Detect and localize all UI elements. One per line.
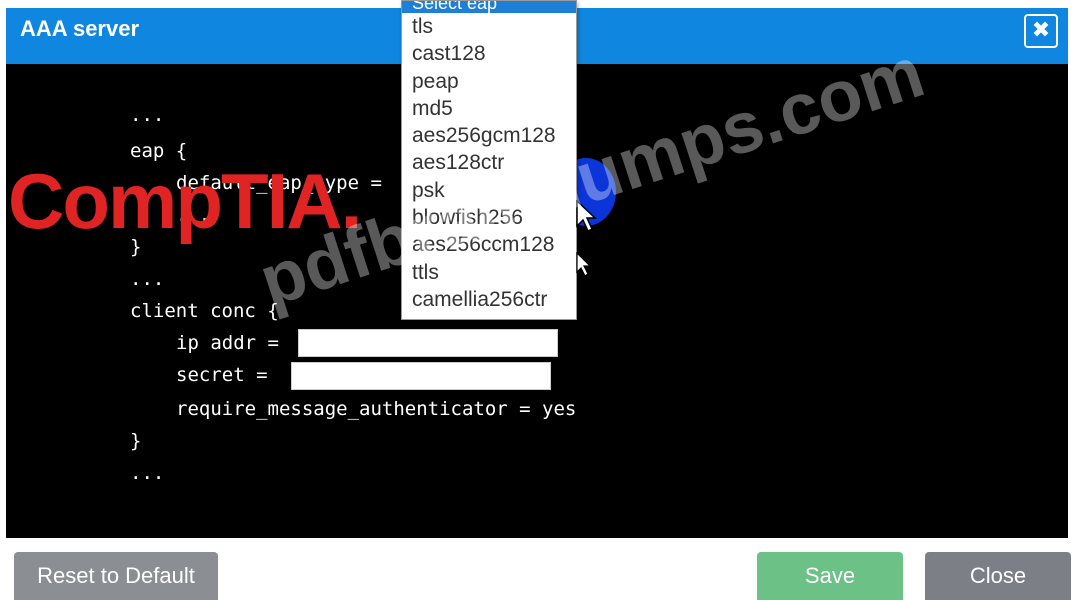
- dropdown-option[interactable]: aes256gcm128: [402, 122, 576, 149]
- close-icon[interactable]: ✖: [1024, 14, 1058, 48]
- comptia-logo: CompTIA.: [8, 157, 362, 245]
- dropdown-option[interactable]: blowfish256: [402, 204, 576, 231]
- dropdown-selected[interactable]: Select eap: [402, 1, 576, 13]
- dropdown-option[interactable]: tls: [402, 13, 576, 40]
- dropdown-option[interactable]: md5: [402, 95, 576, 122]
- code-line: ...: [130, 268, 165, 290]
- dialog-title: AAA server: [20, 16, 140, 41]
- dropdown-option[interactable]: ttls: [402, 259, 576, 286]
- dropdown-option[interactable]: aes256ccm128: [402, 231, 576, 258]
- code-line: require_message_authenticator = yes: [176, 398, 577, 420]
- code-line: client conc {: [130, 300, 279, 322]
- dropdown-option[interactable]: psk: [402, 177, 576, 204]
- ip-addr-field[interactable]: [298, 329, 558, 357]
- code-line: secret =: [176, 364, 268, 386]
- eap-type-dropdown[interactable]: Select eap tls cast128 peap md5 aes256gc…: [401, 0, 577, 320]
- secret-field[interactable]: [291, 362, 551, 390]
- code-line: ip addr =: [176, 332, 279, 354]
- dropdown-option[interactable]: peap: [402, 68, 576, 95]
- dropdown-option[interactable]: camellia256ctr: [402, 286, 576, 313]
- dropdown-option[interactable]: aes128ctr: [402, 149, 576, 176]
- dropdown-option[interactable]: cast128: [402, 40, 576, 67]
- code-line: ...: [130, 462, 165, 484]
- close-button[interactable]: Close: [925, 552, 1071, 600]
- mouse-pointer-icon: [576, 200, 597, 233]
- code-line: }: [130, 430, 142, 452]
- mouse-pointer-icon: [576, 252, 592, 277]
- reset-to-default-button[interactable]: Reset to Default: [14, 552, 218, 600]
- code-line: ...: [130, 104, 165, 126]
- save-button[interactable]: Save: [757, 552, 903, 600]
